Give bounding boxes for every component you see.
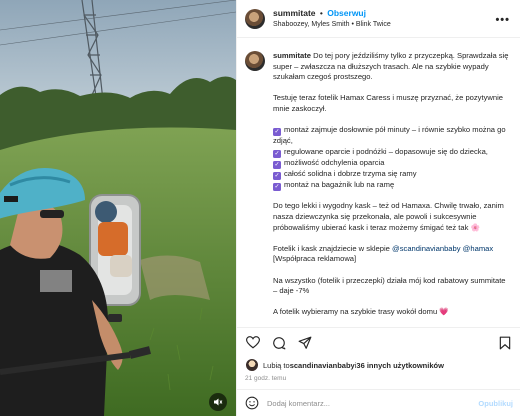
comment-input[interactable]: Dodaj komentarz... bbox=[267, 399, 478, 408]
likes-count-link[interactable]: 36 innych użytkowników bbox=[356, 361, 444, 370]
caption-para5: Na wszystko (fotelik i przeczepki) dział… bbox=[273, 275, 506, 296]
check-icon: ✓ bbox=[273, 128, 281, 137]
mention-scandinavianbaby[interactable]: @scandinavianbaby bbox=[392, 244, 461, 253]
emoji-icon[interactable] bbox=[245, 396, 259, 410]
post-header: summitate • Obserwuj Shaboozey, Myles Sm… bbox=[237, 0, 520, 38]
avatar[interactable] bbox=[245, 51, 265, 71]
post-detail-panel: summitate • Obserwuj Shaboozey, Myles Sm… bbox=[236, 0, 520, 416]
caption-bullets: ✓ montaż zajmuje dosłownie pół minuty – i… bbox=[273, 125, 511, 191]
bullet-item: ✓ całość solidna i dobrze trzyma się ramy bbox=[273, 168, 417, 180]
post-photo[interactable] bbox=[0, 0, 236, 416]
caption-para4: Fotelik i kask znajdziecie w sklepie @sc… bbox=[273, 243, 494, 264]
comment-icon bbox=[273, 336, 286, 349]
avatar[interactable] bbox=[245, 8, 265, 29]
caption-username[interactable]: summitate bbox=[273, 51, 311, 60]
bullet-item: ✓ możliwość odchylenia oparcia bbox=[273, 157, 385, 169]
check-icon: ✓ bbox=[273, 182, 281, 191]
mute-button[interactable] bbox=[209, 393, 227, 411]
caption-text: summitate Do tej pory jeździliśmy tylko … bbox=[273, 51, 511, 321]
bullet-item: ✓ regulowane oparcie i podnóżki – dopasow… bbox=[273, 146, 488, 158]
check-icon: ✓ bbox=[273, 160, 281, 169]
bullet-item: ✓ montaż na bagażnik lub na ramę bbox=[273, 179, 395, 191]
audio-track-link[interactable]: Shaboozey, Myles Smith • Blink Twice bbox=[273, 19, 391, 31]
more-options-icon[interactable]: ••• bbox=[495, 14, 510, 26]
action-bar bbox=[237, 327, 520, 357]
username-link[interactable]: summitate bbox=[273, 8, 316, 18]
send-icon bbox=[298, 336, 312, 349]
bookmark-icon bbox=[499, 336, 511, 349]
save-button[interactable] bbox=[497, 335, 513, 351]
bullet-item: ✓ montaż zajmuje dosłownie pół minuty – i… bbox=[273, 125, 506, 146]
caption-para2: Testuję teraz fotelik Hamax Caress i mus… bbox=[273, 93, 504, 113]
photo-illustration bbox=[0, 0, 236, 416]
caption-para3: Do tego lekki i wygodny kask – też od Ha… bbox=[273, 201, 504, 232]
publish-button[interactable]: Opublikuj bbox=[478, 399, 513, 408]
check-icon: ✓ bbox=[273, 149, 281, 158]
mention-hamax[interactable]: @hamax bbox=[463, 244, 494, 253]
caption-para6: A fotelik wybieramy na szybkie trasy wok… bbox=[273, 307, 449, 317]
liker-username[interactable]: scandinavianbaby bbox=[290, 361, 355, 370]
liker-avatar[interactable] bbox=[245, 358, 259, 372]
comment-bar: Dodaj komentarz... Opublikuj bbox=[237, 389, 520, 416]
follow-button[interactable]: Obserwuj bbox=[327, 8, 366, 18]
likes-summary: Lubią to scandinavianbaby i 36 innych uż… bbox=[245, 358, 444, 372]
separator-dot: • bbox=[319, 7, 323, 18]
heart-icon bbox=[246, 336, 260, 349]
like-button[interactable] bbox=[245, 335, 261, 351]
check-icon: ✓ bbox=[273, 171, 281, 180]
caption-area: summitate Do tej pory jeździliśmy tylko … bbox=[237, 39, 520, 321]
comment-button[interactable] bbox=[271, 335, 287, 351]
speaker-muted-icon bbox=[214, 398, 223, 406]
share-button[interactable] bbox=[297, 335, 313, 351]
post-timestamp[interactable]: 21 godz. temu bbox=[245, 375, 286, 382]
